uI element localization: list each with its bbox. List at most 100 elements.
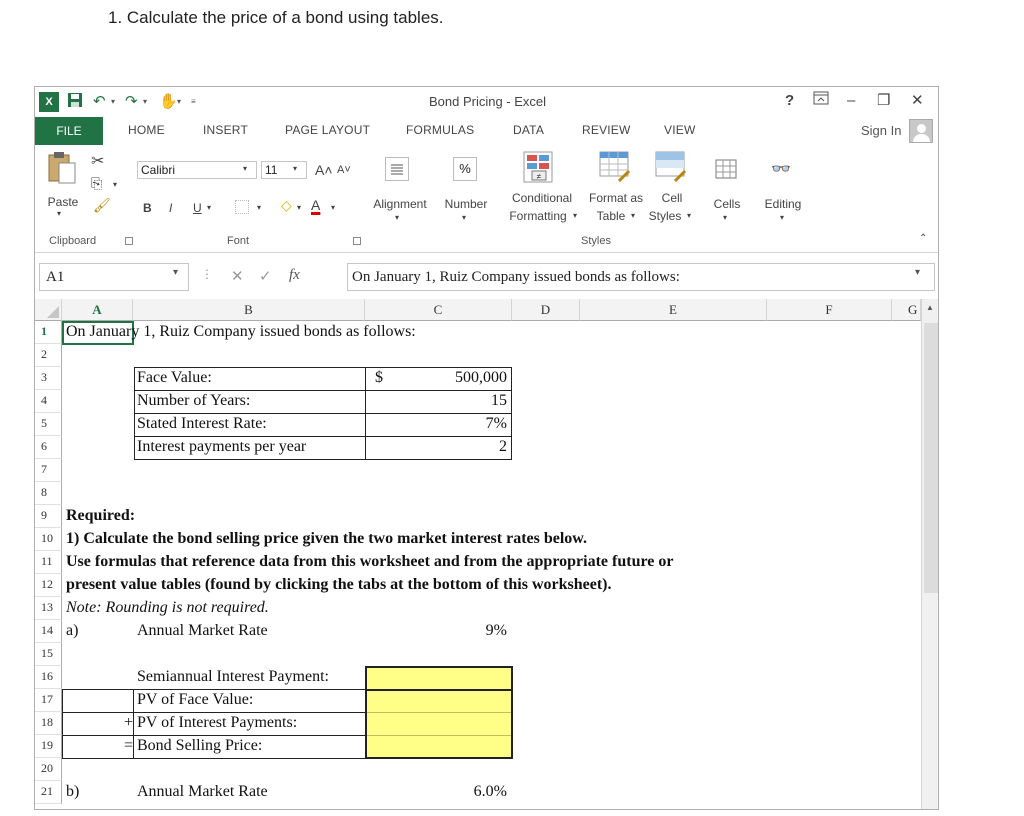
face-value-label[interactable]: Face Value:: [137, 367, 212, 389]
format-table-dropdown-icon[interactable]: ▾: [631, 211, 635, 220]
font-size-select[interactable]: 11: [261, 161, 307, 179]
restore-icon[interactable]: ❐: [877, 91, 890, 111]
collapse-ribbon-icon[interactable]: ⌃: [919, 233, 927, 244]
row-header-5[interactable]: 5: [35, 413, 62, 436]
part-b-rate-value[interactable]: 6.0%: [435, 781, 507, 803]
name-box-dropdown-icon[interactable]: ▾: [173, 267, 178, 278]
conditional-formatting-button[interactable]: Conditional: [503, 191, 581, 205]
italic-button[interactable]: I: [169, 201, 172, 215]
row-header-2[interactable]: 2: [35, 344, 62, 367]
row-header-20[interactable]: 20: [35, 758, 62, 781]
cell-styles-icon[interactable]: [655, 151, 687, 188]
scroll-up-icon[interactable]: ▲: [926, 303, 934, 312]
payments-value[interactable]: 2: [435, 436, 507, 458]
conditional-formatting-icon[interactable]: ≠: [523, 151, 553, 188]
stated-rate-value[interactable]: 7%: [435, 413, 507, 435]
font-name-select[interactable]: Calibri: [137, 161, 257, 179]
paste-icon[interactable]: [47, 151, 77, 185]
fill-color-icon[interactable]: ◇: [281, 197, 292, 214]
conditional-dropdown-icon[interactable]: ▾: [573, 211, 577, 220]
row-header-9[interactable]: 9: [35, 505, 62, 528]
cells-icon[interactable]: [715, 159, 737, 184]
row-header-21[interactable]: 21: [35, 781, 62, 804]
decrease-font-icon[interactable]: A˅: [337, 164, 351, 176]
row-header-12[interactable]: 12: [35, 574, 62, 597]
tab-page-layout[interactable]: PAGE LAYOUT: [285, 123, 370, 137]
paste-button[interactable]: Paste: [43, 195, 83, 209]
expand-formula-bar-icon[interactable]: ▾: [915, 267, 920, 278]
insert-function-icon[interactable]: fx: [289, 267, 300, 284]
column-header-f[interactable]: F: [767, 299, 892, 321]
sign-in-link[interactable]: Sign In: [861, 123, 901, 138]
underline-dropdown-icon[interactable]: ▾: [207, 203, 211, 212]
alignment-dropdown-icon[interactable]: ▾: [395, 213, 399, 222]
row-header-14[interactable]: 14: [35, 620, 62, 643]
increase-font-icon[interactable]: A˄: [315, 162, 333, 178]
required-heading[interactable]: Required:: [66, 505, 135, 527]
face-value-currency[interactable]: $: [375, 367, 383, 389]
formula-input[interactable]: On January 1, Ruiz Company issued bonds …: [347, 263, 935, 291]
semiannual-payment-label[interactable]: Semiannual Interest Payment:: [137, 666, 329, 688]
row-header-16[interactable]: 16: [35, 666, 62, 689]
payments-label[interactable]: Interest payments per year: [137, 436, 306, 458]
confirm-entry-icon[interactable]: ✓: [259, 267, 272, 285]
tab-view[interactable]: VIEW: [664, 123, 695, 137]
format-as-table-button[interactable]: Format as: [583, 191, 649, 205]
row-header-17[interactable]: 17: [35, 689, 62, 712]
vertical-scrollbar[interactable]: ▲: [921, 299, 938, 809]
cells-dropdown-icon[interactable]: ▾: [723, 213, 727, 222]
tab-formulas[interactable]: FORMULAS: [406, 123, 474, 137]
cell-styles-button[interactable]: Cell: [657, 191, 687, 205]
cell-a1[interactable]: On January 1, Ruiz Company issued bonds …: [66, 321, 416, 343]
row-header-4[interactable]: 4: [35, 390, 62, 413]
row-header-13[interactable]: 13: [35, 597, 62, 620]
row-header-10[interactable]: 10: [35, 528, 62, 551]
font-name-dropdown-icon[interactable]: ▾: [243, 164, 247, 173]
requirement-line-2[interactable]: Use formulas that reference data from th…: [66, 551, 673, 573]
number-button[interactable]: Number: [439, 197, 493, 211]
column-header-a[interactable]: A: [62, 299, 133, 321]
minimize-icon[interactable]: –: [847, 91, 855, 111]
avatar-icon[interactable]: [909, 119, 933, 143]
number-dropdown-icon[interactable]: ▾: [462, 213, 466, 222]
row-header-19[interactable]: 19: [35, 735, 62, 758]
column-header-d[interactable]: D: [512, 299, 580, 321]
font-color-dropdown-icon[interactable]: ▾: [331, 203, 335, 212]
part-a-rate-value[interactable]: 9%: [435, 620, 507, 642]
pv-face-label[interactable]: PV of Face Value:: [137, 689, 253, 711]
row-header-15[interactable]: 15: [35, 643, 62, 666]
row-header-11[interactable]: 11: [35, 551, 62, 574]
pv-input-range[interactable]: [365, 689, 513, 759]
requirement-line-3[interactable]: present value tables (found by clicking …: [66, 574, 611, 596]
column-header-c[interactable]: C: [365, 299, 512, 321]
help-button[interactable]: ?: [785, 91, 794, 111]
underline-button[interactable]: U: [193, 201, 202, 215]
pv-interest-label[interactable]: PV of Interest Payments:: [137, 712, 297, 734]
part-a-rate-label[interactable]: Annual Market Rate: [137, 620, 268, 642]
cell-styles-dropdown-icon[interactable]: ▾: [687, 211, 691, 220]
note-line[interactable]: Note: Rounding is not required.: [66, 597, 269, 619]
alignment-button[interactable]: Alignment: [365, 197, 435, 211]
font-size-dropdown-icon[interactable]: ▾: [293, 164, 297, 173]
name-box[interactable]: A1: [39, 263, 189, 291]
format-as-table-line2[interactable]: Table: [591, 209, 631, 223]
part-a-label[interactable]: a): [66, 620, 78, 642]
row-header-3[interactable]: 3: [35, 367, 62, 390]
copy-icon[interactable]: ⎘: [91, 175, 102, 192]
fill-color-dropdown-icon[interactable]: ▾: [297, 203, 301, 212]
tab-file[interactable]: FILE: [35, 117, 103, 145]
requirement-line-1[interactable]: 1) Calculate the bond selling price give…: [66, 528, 587, 550]
paste-dropdown-icon[interactable]: ▾: [57, 209, 61, 218]
bond-price-label[interactable]: Bond Selling Price:: [137, 735, 262, 757]
ribbon-display-icon[interactable]: [813, 91, 829, 111]
borders-dropdown-icon[interactable]: ▾: [257, 203, 261, 212]
close-icon[interactable]: ✕: [911, 91, 924, 111]
cell-styles-line2[interactable]: Styles: [645, 209, 685, 223]
stated-rate-label[interactable]: Stated Interest Rate:: [137, 413, 267, 435]
row-header-7[interactable]: 7: [35, 459, 62, 482]
tab-data[interactable]: DATA: [513, 123, 544, 137]
select-all-corner[interactable]: [35, 299, 62, 321]
alignment-icon[interactable]: [385, 157, 409, 181]
row-header-8[interactable]: 8: [35, 482, 62, 505]
cancel-entry-icon[interactable]: ✕: [231, 267, 244, 285]
